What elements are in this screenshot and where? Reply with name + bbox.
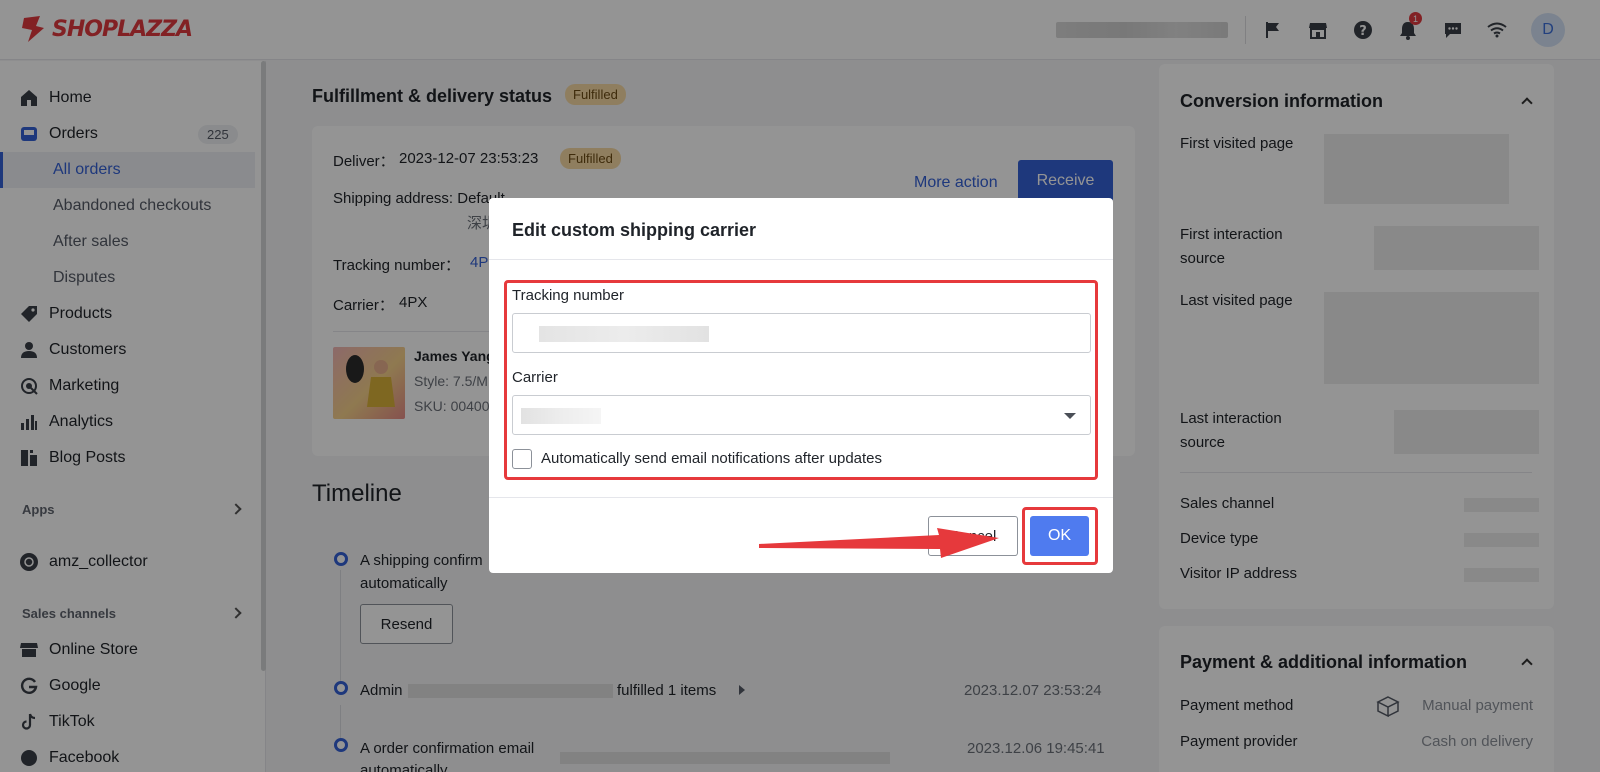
tracking-number-label: Tracking number: [512, 287, 624, 304]
modal-divider: [489, 259, 1113, 260]
email-notify-checkbox[interactable]: [512, 449, 532, 469]
modal-title: Edit custom shipping carrier: [512, 220, 757, 240]
carrier-select[interactable]: [512, 395, 1091, 435]
edit-carrier-modal: Edit custom shipping carrier Tracking nu…: [489, 198, 1113, 573]
email-notify-label[interactable]: Automatically send email notifications a…: [541, 450, 882, 467]
carrier-value-redacted: [521, 408, 601, 424]
arrow-annotation-icon: [759, 528, 999, 558]
tracking-value-redacted: [539, 326, 709, 342]
tracking-number-input[interactable]: [512, 313, 1091, 353]
modal-divider: [489, 497, 1113, 498]
carrier-label: Carrier: [512, 369, 558, 386]
ok-button[interactable]: OK: [1030, 516, 1089, 556]
chevron-down-icon: [1064, 413, 1076, 419]
